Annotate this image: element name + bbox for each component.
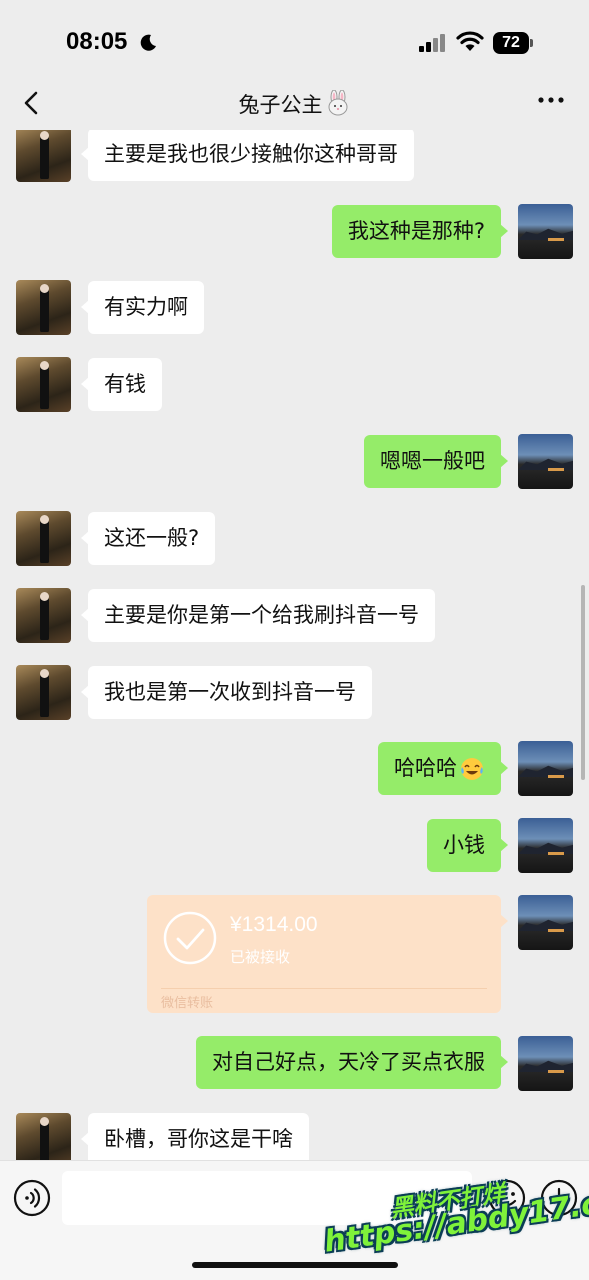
transfer-amount: ¥1314.00 [230,913,318,936]
signal-icon [419,34,445,52]
chat-message-list[interactable]: 主要是我也很少接触你这种哥哥 我这种是那种? 有实力啊 有钱 嗯嗯一般吧 这还一… [0,130,589,1160]
transfer-card[interactable]: ¥1314.00 已被接收 微信转账 [147,895,508,1013]
chat-header: 兔子公主 [0,80,589,130]
status-bar: 08:05 72 [0,0,589,80]
message-bubble[interactable]: 我也是第一次收到抖音一号 [81,666,372,719]
plus-circle-icon[interactable] [540,1179,578,1217]
message-bubble[interactable]: 这还一般? [80,512,216,565]
moon-icon [140,34,156,51]
tears-of-joy-icon [461,758,483,780]
contact-avatar[interactable] [16,1113,71,1160]
contact-avatar[interactable] [16,280,71,335]
transfer-status: 已被接收 [230,948,291,966]
message-bubble[interactable]: 有钱 [81,358,162,411]
status-time: 08:05 [66,28,128,55]
battery-icon: 72 [493,32,533,54]
my-avatar[interactable] [518,818,573,873]
rabbit-face-icon [328,89,347,116]
message-bubble[interactable]: 卧槽，哥你这是干啥 [81,1113,309,1160]
contact-avatar[interactable] [16,588,71,643]
message-bubble[interactable]: 哈哈哈 [378,742,508,795]
more-dots-icon[interactable] [537,96,565,104]
chat-title: 兔子公主 [0,89,589,119]
contact-name: 兔子公主 [238,93,323,117]
message-bubble[interactable]: 嗯嗯一般吧 [364,435,508,488]
home-indicator [192,1262,398,1268]
my-avatar[interactable] [518,434,573,489]
message-bubble[interactable]: 我这种是那种? [331,205,509,258]
my-avatar[interactable] [518,1036,573,1091]
divider [161,988,487,989]
message-bubble[interactable]: 对自己好点，天冷了买点衣服 [196,1036,508,1089]
transfer-label: 微信转账 [161,996,214,1011]
my-avatar[interactable] [518,895,573,950]
message-bubble[interactable]: 主要是我也很少接触你这种哥哥 [81,130,414,181]
voice-icon[interactable] [13,1179,51,1217]
my-avatar[interactable] [518,741,573,796]
contact-avatar[interactable] [16,665,71,720]
message-input[interactable] [62,1171,472,1225]
contact-avatar[interactable] [16,511,71,566]
check-circle-icon [163,911,217,965]
scrollbar[interactable] [581,585,585,780]
contact-avatar[interactable] [16,357,71,412]
wifi-icon [456,31,484,51]
my-avatar[interactable] [518,204,573,259]
message-bubble[interactable]: 主要是你是第一个给我刷抖音一号 [81,589,435,642]
smiley-icon[interactable] [488,1179,526,1217]
message-bubble[interactable]: 小钱 [427,819,508,872]
message-bubble[interactable]: 有实力啊 [81,281,204,334]
contact-avatar[interactable] [16,130,71,182]
message-text: 哈哈哈 [394,756,457,780]
battery-level: 72 [502,34,520,51]
